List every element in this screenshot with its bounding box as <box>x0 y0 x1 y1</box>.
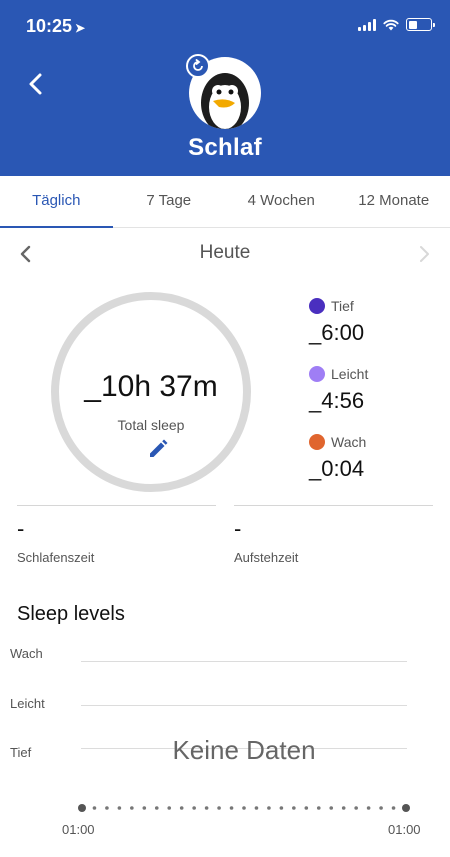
axis-tick-dot <box>354 806 358 810</box>
legend-label-wach: Wach <box>331 434 367 450</box>
axis-tick-dot <box>167 806 172 810</box>
legend-value-wach: _0:04 <box>309 456 365 481</box>
tab-7-tage[interactable]: 7 Tage <box>113 176 226 227</box>
axis-tick-dot <box>341 806 346 810</box>
axis-tick-dot <box>154 806 159 810</box>
sleep-stage-legend: Tief _6:00 Leicht _4:56 Wach _0:04 <box>309 296 439 500</box>
bedtime-value: - <box>17 516 25 541</box>
axis-tick-dot <box>117 806 122 810</box>
legend-item-leicht: Leicht _4:56 <box>309 364 439 432</box>
legend-label-leicht: Leicht <box>331 366 369 382</box>
bedtime-block: - Schlafenszeit <box>17 505 216 575</box>
status-icons <box>358 18 435 31</box>
tief-color-dot <box>309 298 325 314</box>
level-label-leicht: Leicht <box>10 696 45 711</box>
axis-tick-dot <box>379 806 383 810</box>
axis-tick-dot <box>242 806 246 810</box>
axis-tick-dot <box>204 806 209 810</box>
leicht-color-dot <box>309 366 325 382</box>
axis-tick-dot <box>105 806 109 810</box>
axis-endpoint <box>402 804 410 812</box>
legend-item-wach: Wach _0:04 <box>309 432 439 500</box>
level-gridline-leicht <box>81 705 407 706</box>
legend-item-tief: Tief _6:00 <box>309 296 439 364</box>
wakeup-block: - Aufstehzeit <box>234 505 433 575</box>
tab-taeglich[interactable]: Täglich <box>0 176 113 228</box>
axis-tick-dot <box>391 806 396 810</box>
wakeup-label: Aufstehzeit <box>234 550 299 565</box>
level-gridline-wach <box>81 661 407 662</box>
axis-tick-dot <box>304 806 309 810</box>
legend-value-tief: _6:00 <box>309 320 365 345</box>
period-tabs: Täglich 7 Tage 4 Wochen 12 Monate <box>0 176 450 228</box>
axis-tick-dot <box>130 806 134 810</box>
header-bar: 10:25 ➤ Schlaf <box>0 0 450 176</box>
axis-tick-dot <box>292 806 296 810</box>
axis-tick-dot <box>192 806 196 810</box>
no-data-message: Keine Daten <box>172 735 316 765</box>
axis-tick-dot <box>316 806 321 810</box>
bed-wake-times: - Schlafenszeit - Aufstehzeit <box>0 505 450 575</box>
next-day-chevron-icon[interactable] <box>412 242 436 266</box>
edit-pencil-icon[interactable] <box>147 438 169 460</box>
wifi-icon <box>383 19 399 30</box>
level-label-wach: Wach <box>10 646 43 661</box>
cellular-signal-icon <box>358 18 376 31</box>
legend-label-tief: Tief <box>331 298 354 314</box>
axis-tick-dot <box>267 806 271 810</box>
axis-tick-dot <box>229 806 234 810</box>
axis-end-label: 01:00 <box>388 822 421 837</box>
axis-tick-dot <box>329 806 334 810</box>
axis-tick-dot <box>366 806 371 810</box>
tab-4-wochen[interactable]: 4 Wochen <box>225 176 338 227</box>
tab-12-monate[interactable]: 12 Monate <box>338 176 450 227</box>
axis-tick-dot <box>142 806 147 810</box>
status-time-text: 10:25 <box>26 16 73 36</box>
wakeup-value: - <box>234 516 242 541</box>
axis-tick-dot <box>217 806 221 810</box>
battery-icon <box>406 18 435 31</box>
axis-tick-dot <box>92 806 97 810</box>
day-label: Heute <box>199 242 251 263</box>
wach-color-dot <box>309 434 325 450</box>
axis-start-label: 01:00 <box>62 822 95 837</box>
axis-tick-dot <box>254 806 259 810</box>
status-time: 10:25 ➤ <box>26 16 85 37</box>
axis-endpoint <box>78 804 86 812</box>
total-sleep-value: _10h 37m <box>84 370 218 403</box>
page-title: Schlaf <box>188 134 262 161</box>
sync-icon[interactable] <box>186 54 210 78</box>
total-sleep-ring: _10h 37m Total sleep <box>51 292 251 492</box>
axis-tick-dot <box>179 806 184 810</box>
level-label-tief: Tief <box>10 745 32 760</box>
location-arrow-icon: ➤ <box>75 21 86 35</box>
bedtime-label: Schlafenszeit <box>17 550 95 565</box>
sleep-levels-title: Sleep levels <box>17 603 125 625</box>
axis-tick-dot <box>279 806 284 810</box>
time-axis <box>78 804 410 812</box>
total-sleep-label: Total sleep <box>117 417 185 433</box>
back-chevron-icon[interactable] <box>22 70 50 98</box>
legend-value-leicht: _4:56 <box>309 388 365 413</box>
day-navigation: Heute <box>0 232 450 274</box>
